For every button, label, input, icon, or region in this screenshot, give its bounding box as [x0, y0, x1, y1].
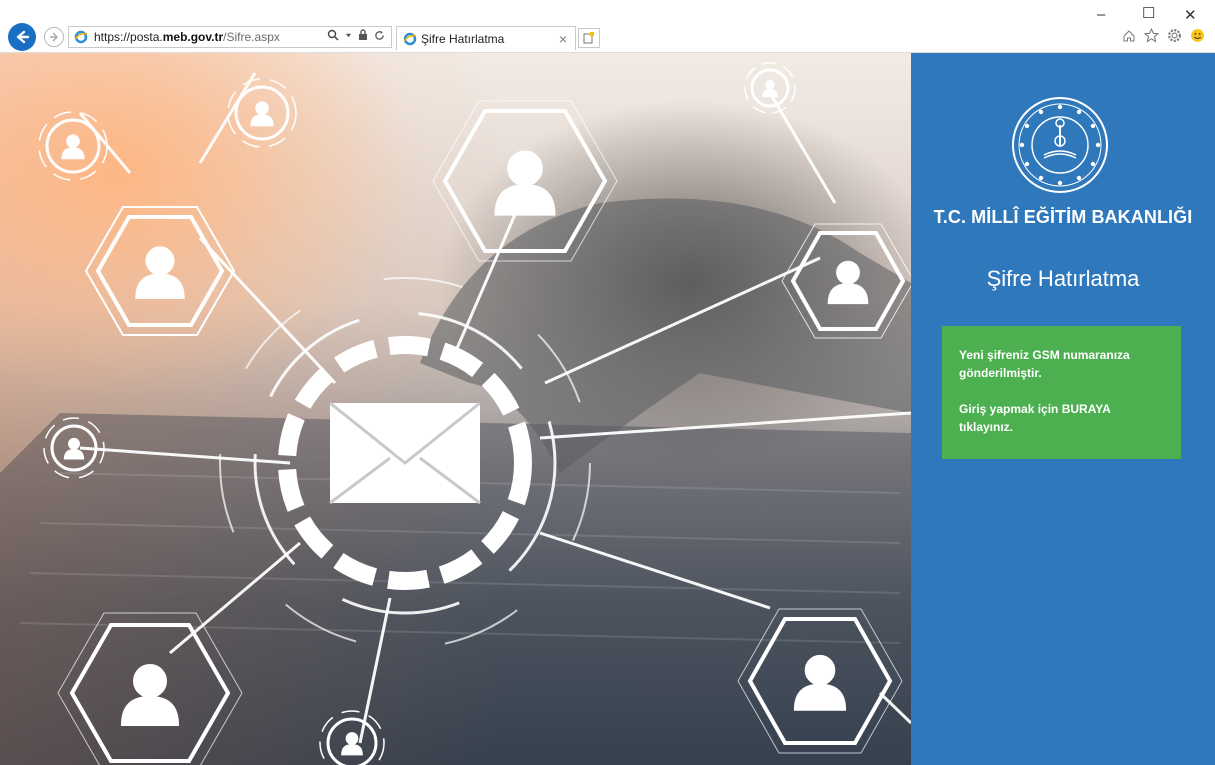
reminder-panel: T.C. MİLLÎ EĞİTİM BAKANLIĞI Şifre Hatırl…: [911, 53, 1215, 765]
alert-message: Yeni şifreniz GSM numaranıza gönderilmiş…: [959, 348, 1130, 380]
tab-close-button[interactable]: ×: [559, 31, 567, 47]
new-tab-icon: [583, 32, 594, 44]
hero-background-image: [0, 53, 911, 765]
ministry-emblem-logo: [1012, 97, 1108, 193]
lock-icon[interactable]: [358, 29, 368, 41]
search-icon[interactable]: [327, 29, 339, 41]
smiley-feedback-icon[interactable]: [1190, 28, 1205, 43]
ie-icon: [403, 32, 417, 45]
url-prefix: https://posta.: [94, 30, 163, 44]
chevron-down-icon[interactable]: [345, 32, 352, 39]
url-path: /Sifre.aspx: [223, 30, 280, 44]
organization-name: T.C. MİLLÎ EĞİTİM BAKANLIĞI: [933, 207, 1193, 227]
page-title: Şifre Hatırlatma: [986, 266, 1140, 291]
back-button[interactable]: [8, 23, 36, 51]
minimize-button[interactable]: –: [1097, 6, 1105, 23]
refresh-icon[interactable]: [374, 30, 385, 41]
browser-toolbar: https://posta. meb.gov.tr/Sifre.aspx Şifr…: [0, 0, 1215, 53]
ie-icon: [74, 30, 88, 44]
forward-button[interactable]: [44, 27, 64, 47]
page-viewport: T.C. MİLLÎ EĞİTİM BAKANLIĞI Şifre Hatırl…: [0, 53, 1215, 765]
forward-icon: [50, 32, 59, 42]
maximize-button[interactable]: ☐: [1142, 4, 1155, 22]
success-alert: Yeni şifreniz GSM numaranıza gönderilmiş…: [942, 326, 1181, 459]
address-bar[interactable]: https://posta. meb.gov.tr/Sifre.aspx: [68, 26, 392, 48]
home-icon[interactable]: [1122, 29, 1136, 43]
network-illustration: [0, 62, 911, 765]
url-host: meb.gov.tr: [162, 30, 224, 44]
close-window-button[interactable]: ✕: [1184, 6, 1197, 24]
settings-gear-icon[interactable]: [1167, 28, 1182, 43]
tab-sifre-hatirlatma[interactable]: Şifre Hatırlatma ×: [396, 26, 576, 50]
login-here-link[interactable]: Giriş yapmak için BURAYA tıklayınız.: [959, 402, 1110, 434]
tab-title: Şifre Hatırlatma: [421, 31, 505, 46]
favorites-star-icon[interactable]: [1144, 28, 1159, 43]
back-icon: [16, 30, 30, 44]
new-tab-button[interactable]: [578, 28, 600, 48]
